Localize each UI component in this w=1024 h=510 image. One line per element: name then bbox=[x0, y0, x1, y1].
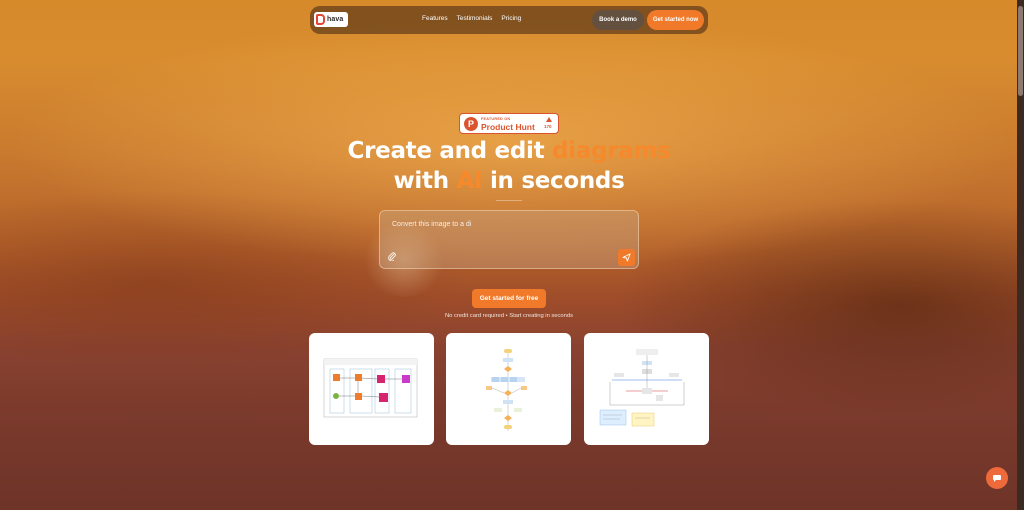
aws-architecture-diagram-image bbox=[323, 358, 418, 418]
nav-link-pricing[interactable]: Pricing bbox=[501, 15, 521, 22]
example-card-aws-architecture[interactable] bbox=[309, 333, 434, 445]
navbar: hava Features Testimonials Pricing Book … bbox=[310, 6, 708, 34]
send-button[interactable] bbox=[618, 249, 635, 266]
hero-line-2-post: in seconds bbox=[482, 168, 625, 194]
cta-note: No credit card required • Start creating… bbox=[444, 313, 573, 319]
logo-icon bbox=[316, 14, 325, 25]
nav-link-testimonials[interactable]: Testimonials bbox=[457, 15, 493, 22]
hero-headline: Create and edit diagrams with AI in seco… bbox=[0, 136, 1018, 196]
logo-text: hava bbox=[327, 16, 344, 23]
hero-accent-diagrams: diagrams bbox=[552, 138, 671, 164]
nav-links: Features Testimonials Pricing bbox=[422, 15, 521, 22]
upvote-arrow-icon bbox=[546, 117, 552, 122]
producthunt-featured-label: FEATURED ON bbox=[481, 117, 511, 121]
producthunt-name: Product Hunt bbox=[481, 122, 535, 132]
get-started-now-button[interactable]: Get started now bbox=[647, 10, 704, 30]
paperclip-icon[interactable] bbox=[387, 251, 397, 261]
example-card-flowchart[interactable] bbox=[446, 333, 571, 445]
page-scrollbar[interactable] bbox=[1017, 0, 1024, 510]
scrollbar-thumb[interactable] bbox=[1018, 6, 1023, 96]
send-icon bbox=[622, 253, 631, 262]
logo[interactable]: hava bbox=[314, 12, 348, 27]
example-card-network[interactable] bbox=[584, 333, 709, 445]
hero-line-2: with AI in seconds bbox=[0, 166, 1018, 196]
chat-icon bbox=[993, 475, 1001, 482]
network-diagram-image bbox=[599, 349, 685, 427]
chat-button[interactable] bbox=[986, 467, 1008, 489]
get-started-free-button[interactable]: Get started for free bbox=[472, 289, 546, 308]
flowchart-diagram-image bbox=[486, 349, 527, 431]
producthunt-icon: P bbox=[464, 117, 478, 131]
hero-divider bbox=[496, 200, 522, 201]
nav-link-features[interactable]: Features bbox=[422, 15, 448, 22]
book-demo-button[interactable]: Book a demo bbox=[592, 10, 644, 30]
prompt-input-text[interactable]: Convert this image to a di bbox=[392, 221, 471, 228]
hero-accent-ai: AI bbox=[456, 168, 483, 194]
hero-line-2-pre: with bbox=[393, 168, 457, 194]
prompt-input-box[interactable]: Convert this image to a di bbox=[379, 210, 639, 269]
hero-line-1: Create and edit diagrams bbox=[0, 136, 1018, 166]
producthunt-badge[interactable]: P FEATURED ON Product Hunt 170 bbox=[459, 113, 559, 134]
hero-line-1-text: Create and edit bbox=[347, 138, 552, 164]
upvote-count: 170 bbox=[544, 124, 552, 129]
